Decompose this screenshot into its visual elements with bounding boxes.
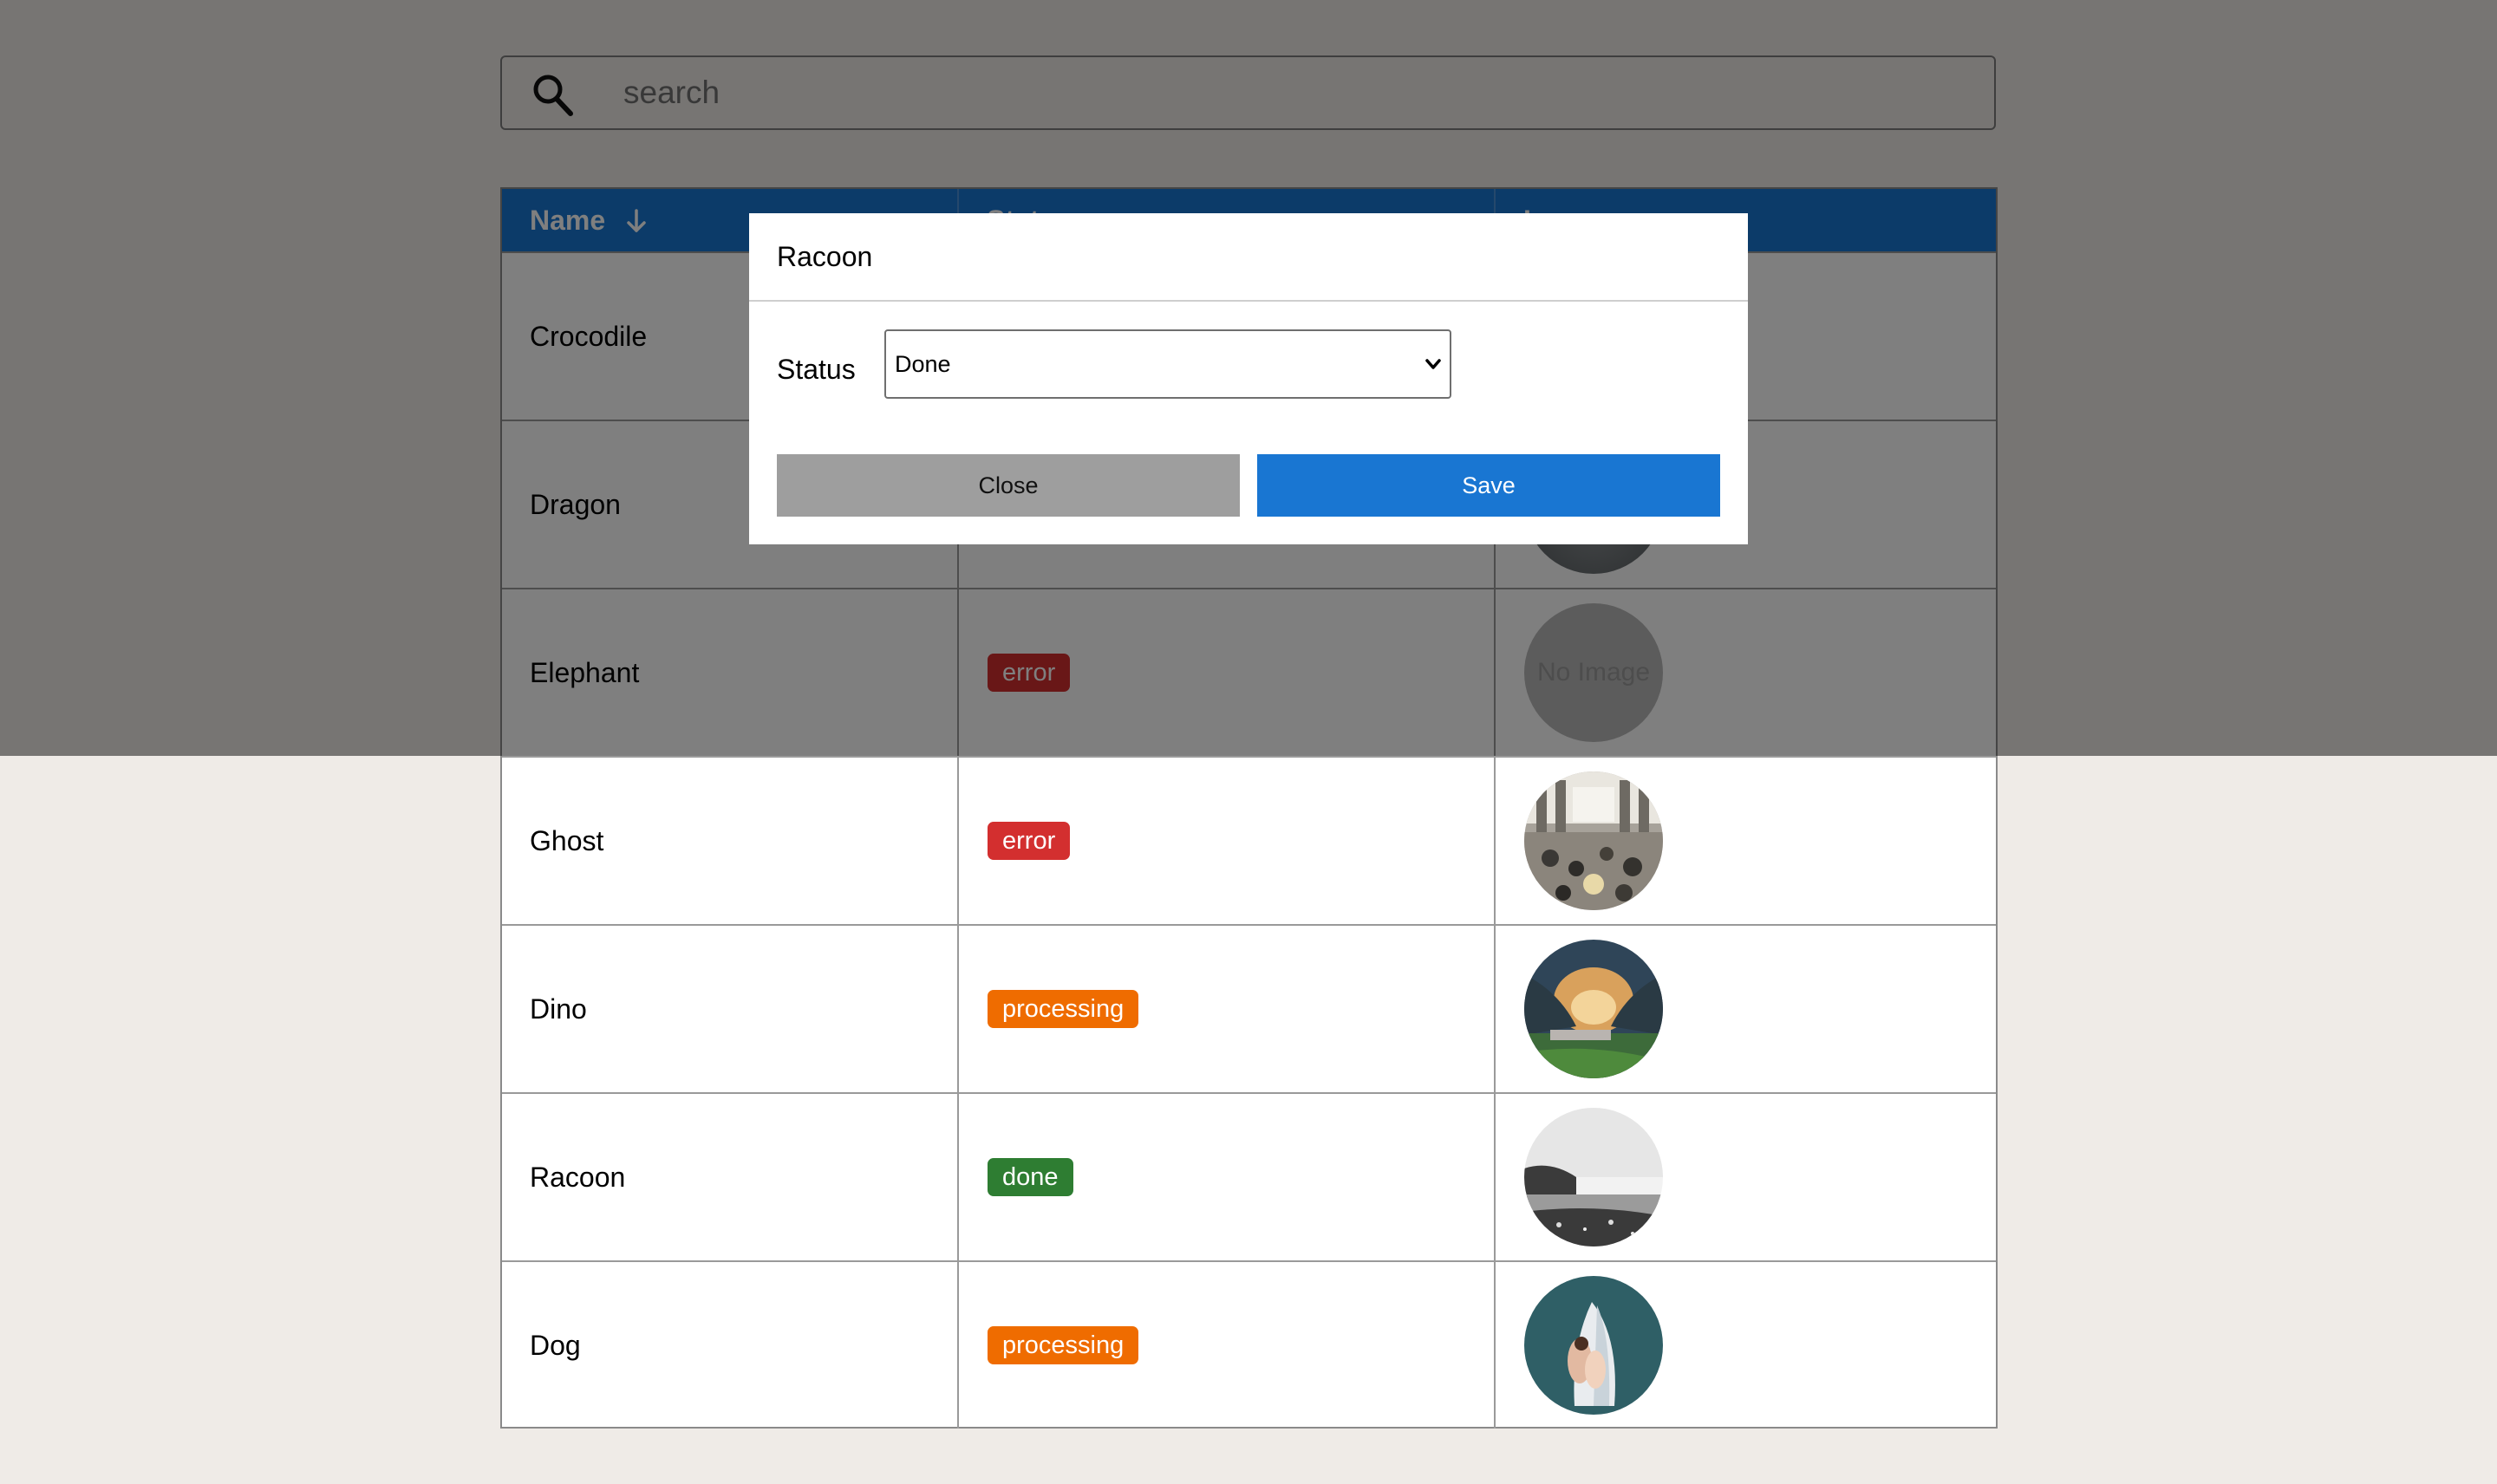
image-cell [1494,1262,1996,1429]
image-cell [1494,1094,1996,1260]
dialog-title: Racoon [777,241,873,272]
row-name: Dino [530,993,587,1025]
avatar-image [1524,771,1663,910]
status-field-label: Status [777,354,856,385]
name-cell: Racoon [502,1094,957,1260]
status-badge: processing [988,990,1139,1028]
avatar-image [1524,1276,1663,1415]
image-cell [1494,758,1996,924]
status-cell: done [957,1094,1494,1260]
name-cell: Dino [502,926,957,1092]
status-select[interactable]: Done [884,329,1451,399]
dialog-divider [749,300,1748,302]
table-row[interactable]: Dino processing [502,924,1996,1092]
image-cell [1494,926,1996,1092]
status-cell: processing [957,1262,1494,1429]
row-name: Racoon [530,1162,626,1193]
status-select-value: Done [895,351,951,377]
row-name: Ghost [530,825,604,856]
status-cell: processing [957,926,1494,1092]
close-button[interactable]: Close [777,454,1240,517]
status-cell: error [957,758,1494,924]
save-button[interactable]: Save [1257,454,1720,517]
row-name: Dog [530,1330,581,1361]
status-badge: done [988,1158,1073,1196]
chevron-down-icon [1425,359,1441,369]
status-badge: processing [988,1326,1139,1364]
table-row[interactable]: Ghost error [502,756,1996,924]
edit-status-dialog: Racoon Status Done Close Save [749,213,1748,544]
table-row[interactable]: Racoon done [502,1092,1996,1260]
avatar-image [1524,940,1663,1078]
table-row[interactable]: Dog processing [502,1260,1996,1429]
status-badge: error [988,822,1071,860]
avatar-image [1524,1108,1663,1246]
name-cell: Ghost [502,758,957,924]
name-cell: Dog [502,1262,957,1429]
